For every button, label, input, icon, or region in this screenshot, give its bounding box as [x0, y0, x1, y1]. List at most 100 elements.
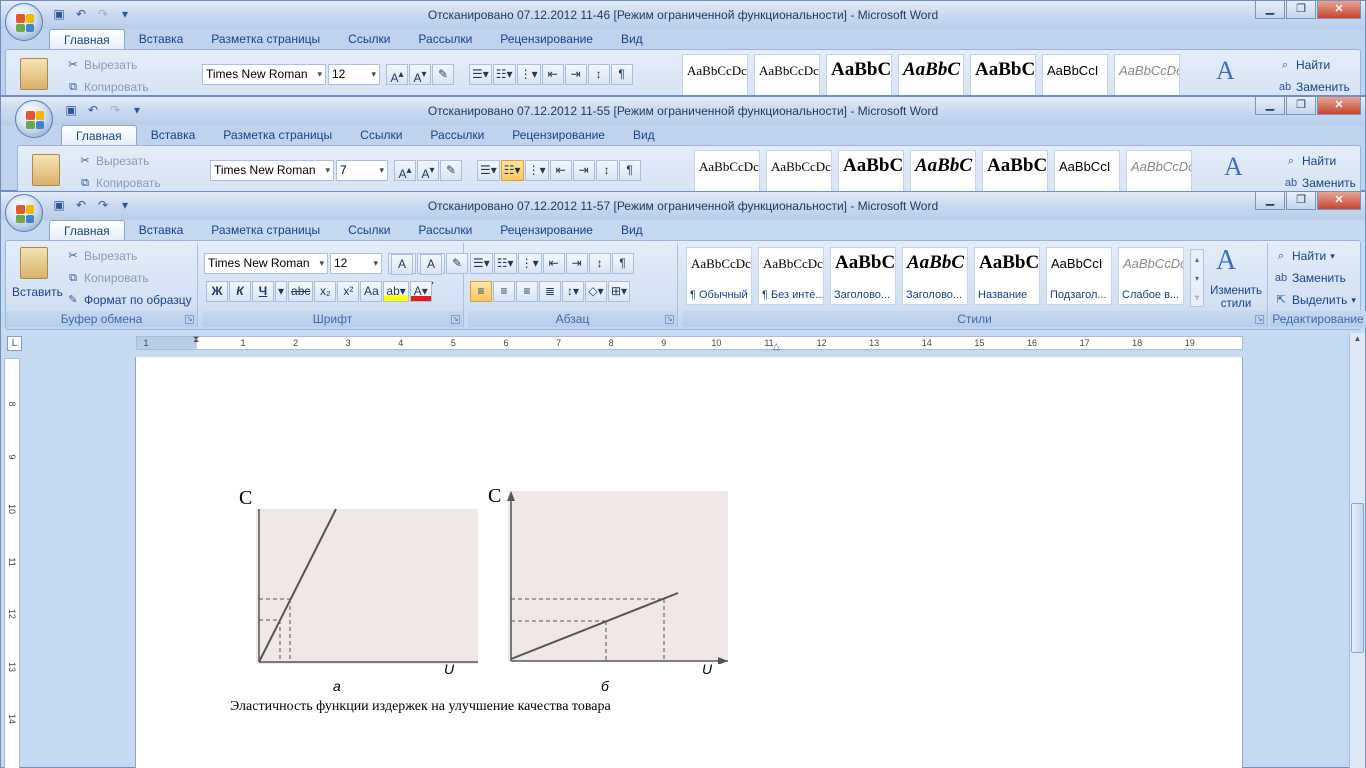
copy-button[interactable]: ⧉ Копировать: [66, 80, 149, 94]
maximize-button[interactable]: ❐: [1286, 192, 1316, 210]
align-right-icon[interactable]: ≡: [516, 281, 538, 302]
style-heading-2[interactable]: AaBbC: [898, 54, 964, 95]
style-heading-2[interactable]: AaBbC Заголово...: [902, 247, 968, 305]
borders-icon[interactable]: ⊞▾: [608, 281, 631, 302]
replace-button[interactable]: ab Заменить: [1274, 271, 1346, 285]
numbering-icon[interactable]: ☷▾: [493, 253, 517, 274]
shrink-font-button[interactable]: A▾: [409, 64, 431, 85]
style-no-spacing[interactable]: AaBbCcDc: [754, 54, 820, 95]
tab-mailings[interactable]: Рассылки: [404, 220, 486, 240]
undo-icon[interactable]: ↶: [73, 6, 89, 22]
change-case-button[interactable]: Аа: [360, 281, 383, 302]
paste-icon[interactable]: [20, 58, 48, 90]
scroll-thumb[interactable]: [1351, 503, 1364, 653]
grow-font-button[interactable]: A▴: [386, 64, 408, 85]
font-name-combo[interactable]: Times New Roman: [210, 160, 334, 181]
vertical-scrollbar[interactable]: ▲: [1349, 333, 1365, 768]
change-styles-icon[interactable]: A: [1216, 56, 1235, 86]
styles-scroll-icon[interactable]: ▴ ▾ ▿: [1190, 249, 1204, 307]
style-heading-1[interactable]: AaBbC: [826, 54, 892, 95]
paste-button[interactable]: Вставить: [12, 285, 63, 299]
font-size-combo[interactable]: 12: [328, 64, 380, 85]
style-normal[interactable]: AaBbCcDc ¶ Обычный: [686, 247, 752, 305]
style-subtitle[interactable]: AaBbCcI: [1042, 54, 1108, 95]
close-button[interactable]: ✕: [1317, 192, 1361, 210]
clear-format-button[interactable]: ✎: [440, 160, 462, 181]
grow-font-button[interactable]: A▴: [394, 160, 416, 181]
vertical-ruler[interactable]: 8 9 10 11 12 13 14: [4, 358, 20, 768]
customize-qat-icon[interactable]: ▾: [117, 6, 133, 22]
customize-qat-icon[interactable]: ▾: [129, 102, 145, 118]
sort-icon[interactable]: ↕: [588, 253, 611, 274]
style-subtitle[interactable]: AaBbCcI Подзагол...: [1046, 247, 1112, 305]
bullets-icon[interactable]: ☰▾: [469, 64, 492, 85]
cut-button[interactable]: ✂ Вырезать: [66, 58, 137, 72]
shrink-font-button[interactable]: A▾: [417, 160, 439, 181]
title-bar[interactable]: Отсканировано 07.12.2012 11-55 [Режим ог…: [1, 97, 1365, 125]
change-styles-icon[interactable]: A: [1216, 245, 1236, 277]
justify-icon[interactable]: ≣: [539, 281, 561, 302]
numbering-icon[interactable]: ☷▾: [500, 160, 524, 181]
style-title[interactable]: AaBbC: [970, 54, 1036, 95]
style-subtitle[interactable]: AaBbCcI: [1054, 150, 1120, 191]
tab-page-layout[interactable]: Разметка страницы: [197, 29, 334, 49]
pilcrow-button[interactable]: ¶: [618, 160, 641, 181]
tab-mailings[interactable]: Рассылки: [404, 29, 486, 49]
bullets-icon[interactable]: ☰▾: [477, 160, 500, 181]
dialog-launcher-icon[interactable]: ↘: [185, 315, 194, 324]
shading-icon[interactable]: ◇▾: [585, 281, 607, 302]
horizontal-ruler[interactable]: 1 1 2 3 4 5 6 7 8 9 10 11 12 13 14 15 16 17 18 19 ⧗ △: [136, 334, 1243, 351]
tab-page-layout[interactable]: Разметка страницы: [209, 125, 346, 145]
align-center-icon[interactable]: ≡: [493, 281, 515, 302]
tab-insert[interactable]: Вставка: [137, 125, 210, 145]
close-button[interactable]: ✕: [1317, 97, 1361, 115]
title-bar[interactable]: Отсканировано 07.12.2012 11-46 [Режим ог…: [1, 1, 1365, 29]
italic-button[interactable]: К: [229, 281, 251, 302]
dialog-launcher-icon[interactable]: ↘: [665, 315, 674, 324]
minimize-button[interactable]: ▁: [1255, 97, 1285, 115]
style-title[interactable]: AaBbC Название: [974, 247, 1040, 305]
replace-button[interactable]: ab Заменить: [1278, 80, 1350, 94]
tab-insert[interactable]: Вставка: [125, 29, 198, 49]
increase-indent-icon[interactable]: ⇥: [564, 64, 587, 85]
document-page[interactable]: С U а С U б Эластичность функции издерже…: [135, 357, 1243, 768]
tab-insert[interactable]: Вставка: [125, 220, 198, 240]
paste-icon[interactable]: [20, 247, 48, 279]
font-color-icon[interactable]: A▾: [409, 281, 432, 302]
align-left-icon[interactable]: ≡: [470, 281, 492, 302]
style-normal[interactable]: AaBbCcDc: [694, 150, 760, 191]
format-painter-button[interactable]: ✎ Формат по образцу: [66, 293, 191, 307]
save-icon[interactable]: ▣: [51, 197, 67, 213]
tab-home[interactable]: Главная: [49, 29, 125, 49]
style-heading-1[interactable]: AaBbC: [838, 150, 904, 191]
paste-icon[interactable]: [32, 154, 60, 186]
tab-references[interactable]: Ссылки: [334, 29, 404, 49]
customize-qat-icon[interactable]: ▾: [117, 197, 133, 213]
increase-indent-icon[interactable]: ⇥: [565, 253, 588, 274]
redo-icon[interactable]: ↷: [107, 102, 123, 118]
find-button[interactable]: ⌕ Найти: [1278, 58, 1330, 72]
tab-selector-icon[interactable]: L: [7, 336, 22, 351]
tab-home[interactable]: Главная: [49, 220, 125, 240]
style-no-spacing[interactable]: AaBbCcDc: [766, 150, 832, 191]
tab-view[interactable]: Вид: [607, 220, 657, 240]
select-button[interactable]: ⇱ Выделить ▾: [1274, 293, 1356, 307]
cut-button[interactable]: ✂ Вырезать: [78, 154, 149, 168]
bullets-icon[interactable]: ☰▾: [470, 253, 493, 274]
style-heading-2[interactable]: AaBbC: [910, 150, 976, 191]
maximize-button[interactable]: ❐: [1286, 97, 1316, 115]
decrease-indent-icon[interactable]: ⇤: [541, 64, 564, 85]
decrease-indent-icon[interactable]: ⇤: [549, 160, 572, 181]
redo-icon[interactable]: ↷: [95, 197, 111, 213]
highlight-icon[interactable]: ab▾: [383, 281, 409, 302]
copy-button[interactable]: ⧉ Копировать: [78, 176, 161, 190]
multilevel-list-icon[interactable]: ⋮▾: [524, 160, 549, 181]
title-bar[interactable]: Отсканировано 07.12.2012 11-57 [Режим ог…: [1, 192, 1365, 220]
save-icon[interactable]: ▣: [51, 6, 67, 22]
multilevel-list-icon[interactable]: ⋮▾: [516, 64, 541, 85]
numbering-icon[interactable]: ☷▾: [492, 64, 516, 85]
redo-icon[interactable]: ↷: [95, 6, 111, 22]
sort-icon[interactable]: ↕: [587, 64, 610, 85]
tab-review[interactable]: Рецензирование: [486, 220, 607, 240]
clear-format-button[interactable]: ✎: [446, 253, 468, 274]
